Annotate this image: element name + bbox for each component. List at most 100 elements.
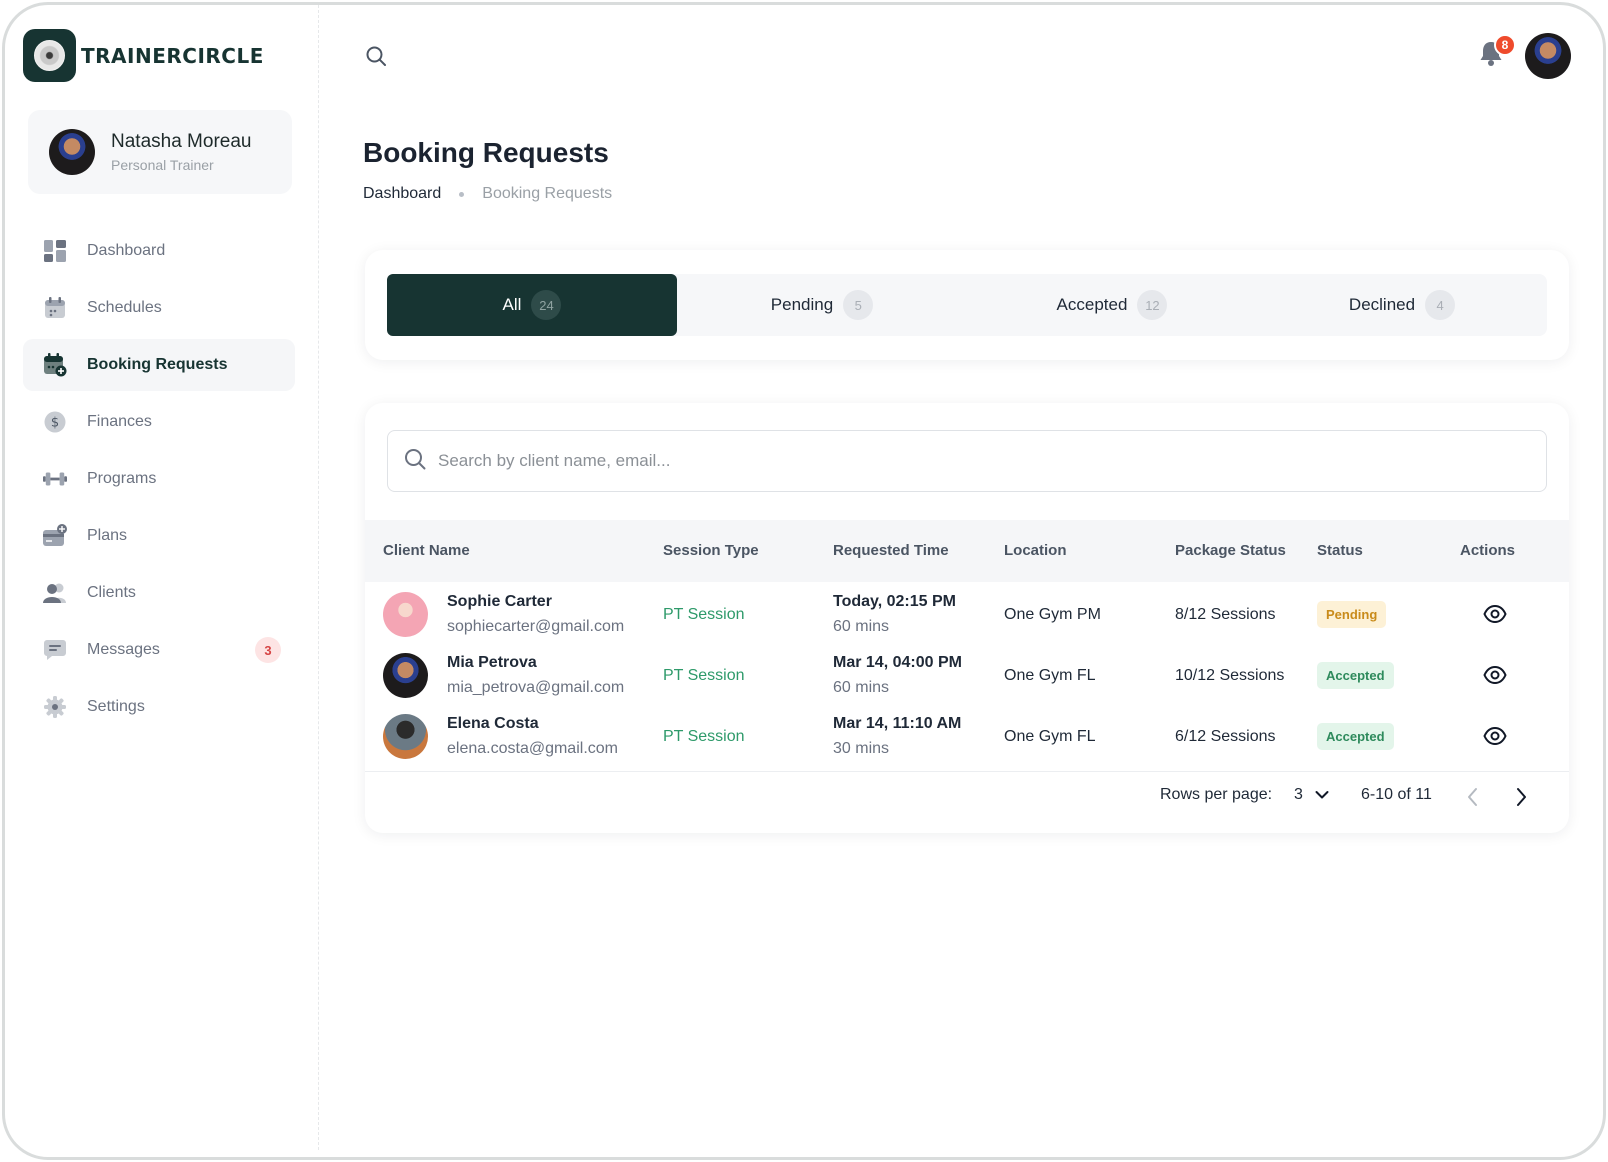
profile-name: Natasha Moreau [111, 131, 252, 152]
user-avatar[interactable] [1525, 33, 1571, 79]
logo-mark-icon [23, 29, 76, 82]
session-duration: 30 mins [833, 740, 890, 757]
search-icon [404, 448, 426, 475]
breadcrumb-separator [459, 191, 465, 197]
booking-table-card: Client Name Session Type Requested Time … [365, 403, 1569, 833]
profile-role: Personal Trainer [111, 157, 214, 173]
tab-count: 24 [531, 290, 562, 320]
app-window: TRAINERCIRCLE Natasha Moreau Personal Tr… [2, 2, 1606, 1160]
card-add-icon [43, 524, 67, 548]
gear-icon [43, 695, 67, 719]
tab-count: 12 [1137, 290, 1168, 320]
view-icon[interactable] [1483, 663, 1507, 692]
message-icon [43, 638, 67, 662]
search-icon[interactable] [365, 45, 387, 72]
dollar-icon: $ [43, 410, 67, 434]
requested-time: Today, 02:15 PM [833, 593, 956, 610]
breadcrumb-dashboard[interactable]: Dashboard [363, 185, 441, 203]
view-icon[interactable] [1483, 602, 1507, 631]
tab-accepted[interactable]: Accepted 12 [967, 274, 1257, 336]
sidebar-item-settings[interactable]: Settings [23, 681, 295, 733]
sidebar-item-booking-requests[interactable]: Booking Requests [23, 339, 295, 391]
sidebar-item-finances[interactable]: $ Finances [23, 396, 295, 448]
calendar-add-icon [43, 353, 67, 377]
avatar [49, 129, 95, 175]
svg-text:$: $ [51, 416, 59, 431]
session-type: PT Session [663, 728, 745, 745]
client-email: elena.costa@gmail.com [447, 740, 618, 757]
brand-name: TRAINERCIRCLE [81, 43, 264, 68]
table-row[interactable]: Sophie Carter sophiecarter@gmail.com PT … [365, 583, 1569, 645]
column-status[interactable]: Status [1317, 542, 1363, 559]
sidebar-item-label: Dashboard [87, 242, 166, 259]
package-status: 10/12 Sessions [1175, 667, 1285, 684]
tab-pending[interactable]: Pending 5 [677, 274, 967, 336]
notification-badge: 8 [1494, 34, 1516, 56]
sidebar-item-label: Settings [87, 698, 145, 715]
breadcrumb-current: Booking Requests [482, 185, 613, 202]
sidebar-item-messages[interactable]: Messages 3 [23, 624, 295, 676]
status-badge: Pending [1317, 601, 1387, 628]
chevron-left-icon[interactable] [1467, 787, 1479, 812]
messages-badge: 3 [255, 637, 281, 663]
pagination-range: 6-10 of 11 [1361, 786, 1432, 803]
client-name: Mia Petrova [447, 654, 537, 671]
sidebar-item-clients[interactable]: Clients [23, 567, 295, 619]
rows-per-page-label: Rows per page: [1160, 786, 1273, 803]
tab-label: Declined [1348, 295, 1416, 314]
client-email: sophiecarter@gmail.com [447, 618, 625, 635]
chevron-right-icon[interactable] [1515, 787, 1527, 812]
client-avatar [383, 653, 428, 698]
requested-time: Mar 14, 11:10 AM [833, 715, 962, 732]
session-duration: 60 mins [833, 679, 890, 696]
sidebar-item-label: Schedules [87, 299, 162, 316]
tab-count: 5 [843, 290, 874, 320]
filter-tabs-card: All 24 Pending 5 Accepted 12 Declined 4 [365, 250, 1569, 360]
column-package-status[interactable]: Package Status [1175, 542, 1286, 559]
table-row[interactable]: Mia Petrova mia_petrova@gmail.com PT Ses… [365, 644, 1569, 706]
tab-label: Pending [770, 295, 834, 314]
client-name: Elena Costa [447, 715, 539, 732]
sidebar-item-label: Clients [87, 584, 136, 601]
table-row[interactable]: Elena Costa elena.costa@gmail.com PT Ses… [365, 705, 1569, 767]
search-input[interactable] [438, 451, 1518, 471]
column-location[interactable]: Location [1004, 542, 1067, 559]
tab-all[interactable]: All 24 [387, 274, 677, 336]
users-icon [43, 581, 67, 605]
tab-count: 4 [1425, 290, 1456, 320]
sidebar: TRAINERCIRCLE Natasha Moreau Personal Tr… [5, 5, 319, 1150]
sidebar-item-label: Messages [87, 641, 160, 658]
view-icon[interactable] [1483, 724, 1507, 753]
column-session-type[interactable]: Session Type [663, 542, 759, 559]
location: One Gym FL [1004, 728, 1096, 745]
tab-label: Accepted [1056, 295, 1128, 314]
dumbbell-icon [43, 467, 67, 491]
status-badge: Accepted [1317, 723, 1394, 750]
client-email: mia_petrova@gmail.com [447, 679, 625, 696]
package-status: 8/12 Sessions [1175, 606, 1276, 623]
sidebar-item-schedules[interactable]: Schedules [23, 282, 295, 334]
location: One Gym FL [1004, 667, 1096, 684]
sidebar-item-dashboard[interactable]: Dashboard [23, 225, 295, 277]
sidebar-nav: Dashboard Schedules Booking Requests $ F… [23, 225, 295, 738]
sidebar-item-plans[interactable]: Plans [23, 510, 295, 562]
column-requested-time[interactable]: Requested Time [833, 542, 949, 559]
tab-declined[interactable]: Declined 4 [1257, 274, 1547, 336]
chevron-down-icon [1315, 790, 1329, 800]
sidebar-item-programs[interactable]: Programs [23, 453, 295, 505]
column-actions: Actions [1460, 542, 1516, 559]
column-client-name[interactable]: Client Name [383, 542, 470, 559]
rows-per-page-select[interactable]: 3 [1294, 786, 1329, 804]
client-name: Sophie Carter [447, 593, 552, 610]
sidebar-item-label: Finances [87, 413, 152, 430]
session-type: PT Session [663, 667, 745, 684]
page-title: Booking Requests [363, 137, 609, 168]
search-field[interactable] [387, 430, 1547, 492]
location: One Gym PM [1004, 606, 1101, 623]
session-type: PT Session [663, 606, 745, 623]
tab-label: All [502, 295, 522, 314]
sidebar-item-label: Programs [87, 470, 157, 487]
status-badge: Accepted [1317, 662, 1394, 689]
profile-card[interactable]: Natasha Moreau Personal Trainer [28, 110, 292, 194]
brand-logo[interactable]: TRAINERCIRCLE [23, 29, 264, 82]
